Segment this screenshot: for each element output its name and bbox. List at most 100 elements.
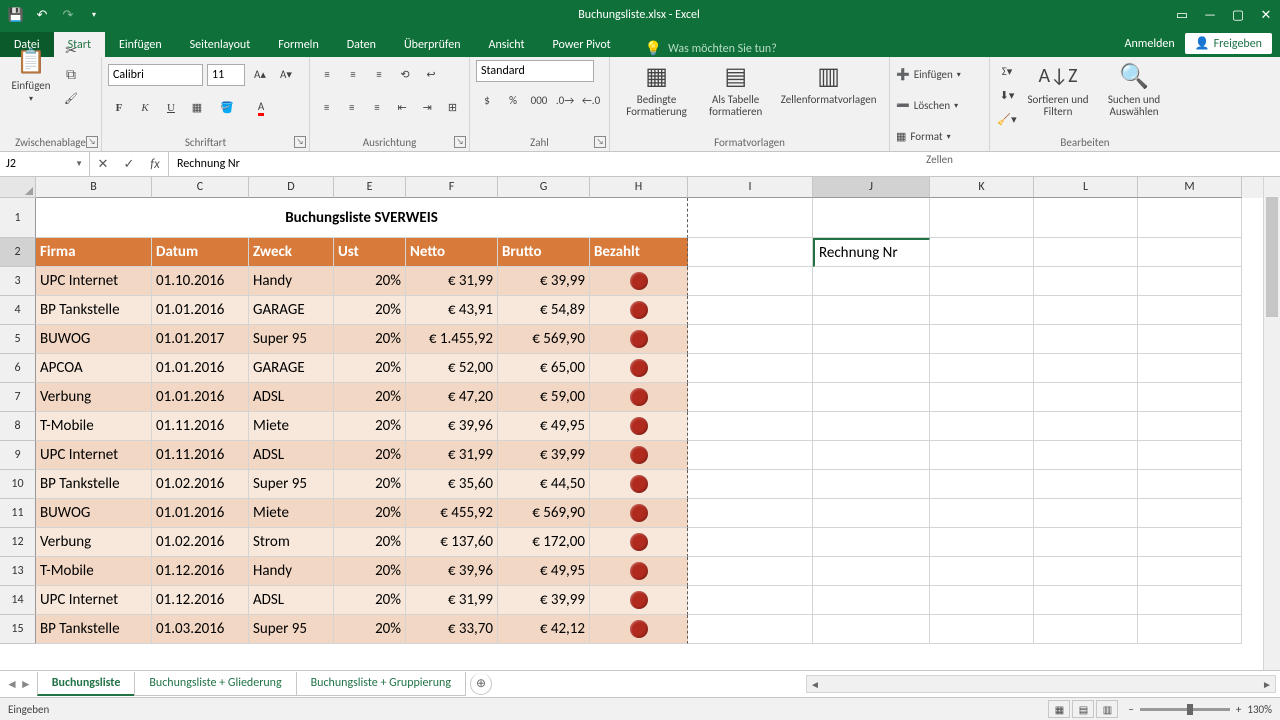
table-header[interactable]: Firma: [36, 238, 152, 267]
cell-bezahlt[interactable]: [590, 615, 688, 644]
row-header[interactable]: 9: [0, 441, 36, 470]
cell-ust[interactable]: 20%: [334, 615, 406, 644]
cell-brutto[interactable]: € 39,99: [498, 441, 590, 470]
cell-styles-button[interactable]: ▥ Zellenformatvorlagen: [774, 60, 883, 106]
column-header[interactable]: F: [406, 177, 498, 198]
align-right-button[interactable]: ≡: [366, 97, 387, 119]
tab-pagelayout[interactable]: Seitenlayout: [176, 32, 265, 57]
cell-bezahlt[interactable]: [590, 528, 688, 557]
cell-brutto[interactable]: € 59,00: [498, 383, 590, 412]
cell-netto[interactable]: € 43,91: [406, 296, 498, 325]
cell[interactable]: [813, 412, 930, 441]
cell-datum[interactable]: 01.12.2016: [152, 586, 249, 615]
cell-firma[interactable]: BUWOG: [36, 499, 152, 528]
cell-zweck[interactable]: GARAGE: [249, 354, 334, 383]
dialog-launcher-icon[interactable]: ↘: [86, 136, 98, 148]
merge-button[interactable]: ⊞: [442, 97, 463, 119]
close-icon[interactable]: ✕: [1252, 0, 1280, 30]
cell[interactable]: [813, 267, 930, 296]
wrap-text-button[interactable]: ↩: [420, 64, 442, 86]
conditional-format-button[interactable]: ▦ Bedingte Formatierung: [616, 60, 697, 118]
table-header[interactable]: Zweck: [249, 238, 334, 267]
dialog-launcher-icon[interactable]: ↘: [594, 136, 606, 148]
cell-brutto[interactable]: € 569,90: [498, 325, 590, 354]
cell-brutto[interactable]: € 49,95: [498, 412, 590, 441]
cell[interactable]: [813, 586, 930, 615]
column-header[interactable]: J: [813, 177, 930, 198]
scrollbar-thumb[interactable]: [1266, 197, 1278, 317]
scroll-right-button[interactable]: ►: [1259, 678, 1275, 691]
cell-bezahlt[interactable]: [590, 470, 688, 499]
cell-ust[interactable]: 20%: [334, 557, 406, 586]
cell[interactable]: [1034, 412, 1138, 441]
cell-zweck[interactable]: Super 95: [249, 470, 334, 499]
cell-bezahlt[interactable]: [590, 441, 688, 470]
column-header[interactable]: H: [590, 177, 688, 198]
sheet-tab[interactable]: Buchungsliste + Gliederung: [134, 672, 296, 696]
cell-firma[interactable]: Verbung: [36, 383, 152, 412]
row-header[interactable]: 6: [0, 354, 36, 383]
cell-datum[interactable]: 01.11.2016: [152, 441, 249, 470]
format-as-table-button[interactable]: ▤ Als Tabelle formatieren: [701, 60, 770, 118]
cell-firma[interactable]: T-Mobile: [36, 412, 152, 441]
insert-function-button[interactable]: fx: [142, 157, 168, 172]
cell-ust[interactable]: 20%: [334, 499, 406, 528]
cell[interactable]: [930, 267, 1034, 296]
zoom-slider[interactable]: [1140, 708, 1230, 711]
row-header[interactable]: 1: [0, 198, 36, 238]
cell-datum[interactable]: 01.12.2016: [152, 557, 249, 586]
row-header[interactable]: 14: [0, 586, 36, 615]
column-header[interactable]: C: [152, 177, 249, 198]
table-header[interactable]: Brutto: [498, 238, 590, 267]
cell[interactable]: [1034, 383, 1138, 412]
cell-datum[interactable]: 01.02.2016: [152, 470, 249, 499]
column-header[interactable]: K: [930, 177, 1034, 198]
new-sheet-button[interactable]: ⊕: [470, 673, 492, 695]
align-middle-button[interactable]: ≡: [342, 64, 364, 86]
cell-datum[interactable]: 01.01.2016: [152, 354, 249, 383]
cell[interactable]: [813, 383, 930, 412]
cell-ust[interactable]: 20%: [334, 528, 406, 557]
cell-ust[interactable]: 20%: [334, 267, 406, 296]
cell-firma[interactable]: BP Tankstelle: [36, 615, 152, 644]
cut-button[interactable]: ✂: [60, 40, 82, 62]
cell-brutto[interactable]: € 65,00: [498, 354, 590, 383]
table-header[interactable]: Netto: [406, 238, 498, 267]
align-left-button[interactable]: ≡: [316, 97, 337, 119]
column-header[interactable]: I: [688, 177, 813, 198]
cell[interactable]: [1034, 470, 1138, 499]
cell-netto[interactable]: € 52,00: [406, 354, 498, 383]
view-pagelayout-button[interactable]: ▤: [1072, 700, 1094, 718]
cell[interactable]: [688, 325, 813, 354]
cell[interactable]: [813, 470, 930, 499]
cell-netto[interactable]: € 31,99: [406, 441, 498, 470]
share-button[interactable]: 👤 Freigeben: [1185, 33, 1272, 54]
cell[interactable]: [1138, 528, 1242, 557]
decrease-decimal-button[interactable]: ←.0: [580, 90, 602, 112]
undo-icon[interactable]: ↶: [32, 5, 52, 25]
horizontal-scrollbar[interactable]: ◄ ►: [806, 675, 1276, 693]
cell[interactable]: [930, 412, 1034, 441]
cell[interactable]: [688, 383, 813, 412]
cell[interactable]: [930, 238, 1034, 267]
cell-zweck[interactable]: ADSL: [249, 383, 334, 412]
redo-icon[interactable]: ↷: [58, 5, 78, 25]
cell[interactable]: [813, 325, 930, 354]
cell-bezahlt[interactable]: [590, 499, 688, 528]
cell[interactable]: [813, 615, 930, 644]
zoom-level[interactable]: 130%: [1247, 703, 1272, 716]
cell[interactable]: [1138, 615, 1242, 644]
cell-bezahlt[interactable]: [590, 354, 688, 383]
font-size-combo[interactable]: [207, 64, 245, 86]
cell-ust[interactable]: 20%: [334, 383, 406, 412]
cell[interactable]: [688, 412, 813, 441]
cell-firma[interactable]: T-Mobile: [36, 557, 152, 586]
format-cells-button[interactable]: ▦Format▾: [896, 122, 983, 151]
vertical-scrollbar[interactable]: [1263, 177, 1280, 670]
cell[interactable]: [688, 557, 813, 586]
tab-insert[interactable]: Einfügen: [105, 32, 176, 57]
formula-input[interactable]: Rechnung Nr: [169, 152, 1280, 176]
insert-cells-button[interactable]: ➕Einfügen▾: [896, 60, 983, 89]
cell[interactable]: [1034, 557, 1138, 586]
cell[interactable]: [1034, 499, 1138, 528]
